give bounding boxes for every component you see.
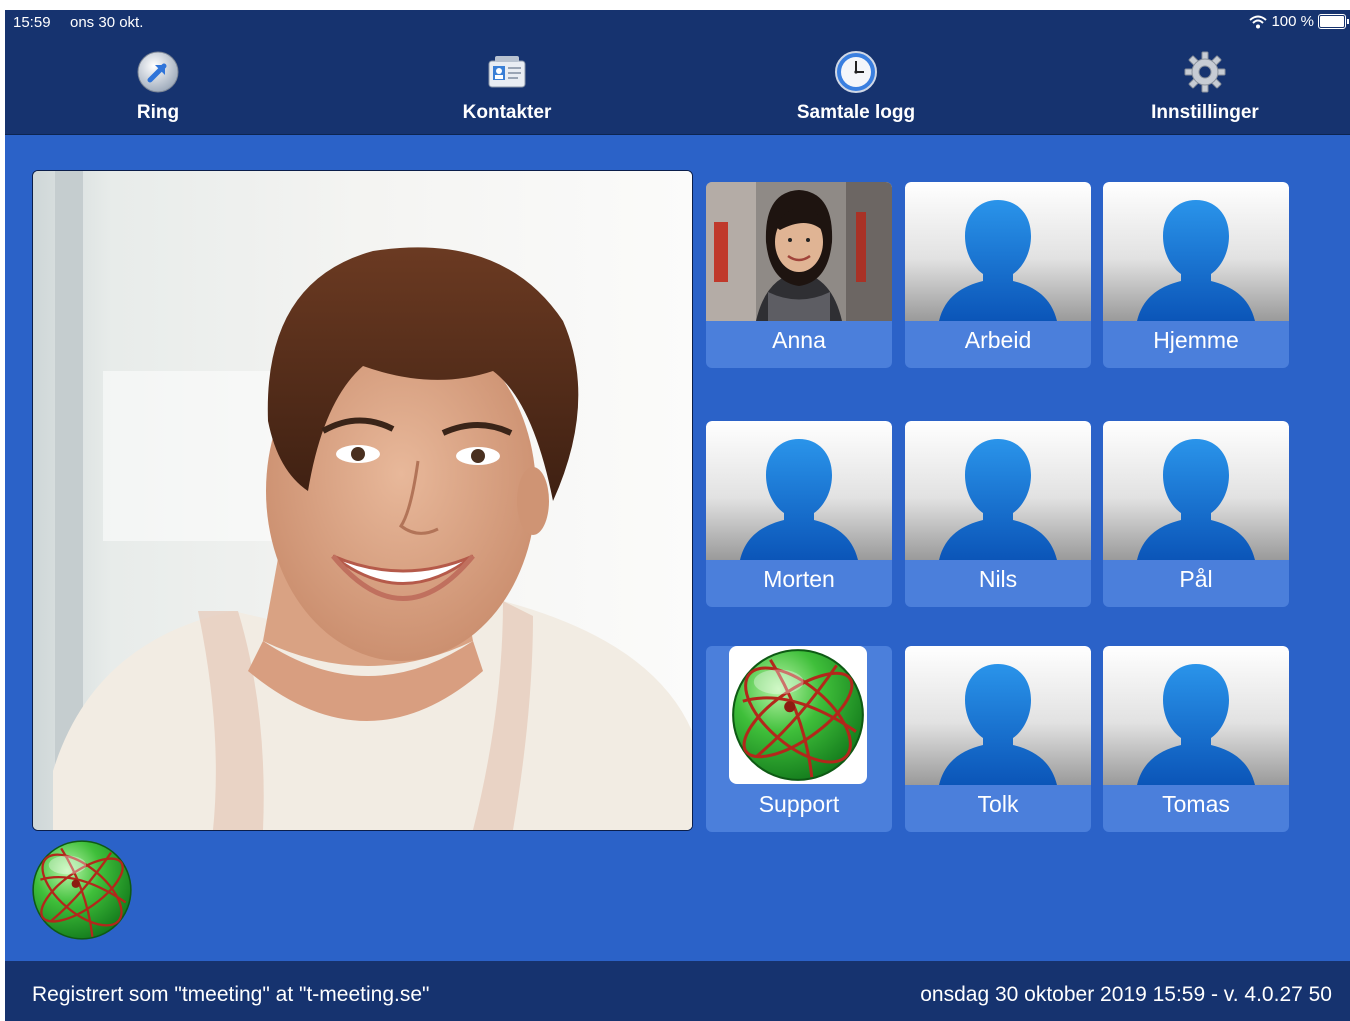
contact-card-icon [485, 50, 529, 94]
contact-silhouette-icon [706, 421, 892, 560]
contact-tile-nils[interactable]: Nils [905, 421, 1091, 607]
contact-tile-tolk[interactable]: Tolk [905, 646, 1091, 832]
status-bar: 15:59 ons 30 okt. 100 % [5, 10, 1350, 36]
contact-name-label: Anna [772, 327, 826, 353]
contact-silhouette-icon [905, 421, 1091, 560]
nav-ring-button[interactable]: Ring [58, 46, 258, 132]
battery-icon [1318, 14, 1349, 29]
ring-arrow-icon [136, 50, 180, 94]
contact-silhouette-icon [1103, 646, 1289, 785]
top-navigation-bar: 15:59 ons 30 okt. 100 % Ring Kontakter S… [5, 10, 1350, 135]
contact-photo [706, 182, 892, 321]
contact-name-label: Support [758, 791, 840, 817]
contact-name-label: Hjemme [1153, 327, 1239, 353]
contact-silhouette-icon [905, 646, 1091, 785]
nav-innstillinger-label: Innstillinger [1151, 102, 1259, 123]
contact-tile-hjemme[interactable]: Hjemme [1103, 182, 1289, 368]
contact-name-label: Nils [978, 566, 1018, 592]
contact-name-label: Arbeid [964, 327, 1032, 353]
registration-status: Registrert som "tmeeting" at "t-meeting.… [32, 983, 430, 1006]
status-right: 100 % [1249, 13, 1349, 30]
contact-name-label: Tomas [1162, 791, 1230, 817]
app-screen: 15:59 ons 30 okt. 100 % Ring Kontakter S… [5, 10, 1350, 1021]
contact-silhouette-icon [1103, 421, 1289, 560]
contact-tile-support[interactable]: Support [706, 646, 892, 832]
nav-ring-label: Ring [136, 102, 180, 123]
nav-samtale-logg-button[interactable]: Samtale logg [756, 46, 956, 132]
contact-name-label: Tolk [977, 791, 1019, 817]
nav-kontakter-label: Kontakter [462, 102, 552, 123]
status-date: ons 30 okt. [70, 14, 144, 31]
contact-silhouette-icon [1103, 182, 1289, 321]
contact-silhouette-icon [905, 182, 1091, 321]
nav-innstillinger-button[interactable]: Innstillinger [1105, 46, 1305, 132]
caller-portrait-image [33, 171, 692, 830]
footer-status-bar: Registrert som "tmeeting" at "t-meeting.… [5, 961, 1350, 1021]
contact-name-label: Pål [1179, 566, 1213, 592]
contact-tile-tomas[interactable]: Tomas [1103, 646, 1289, 832]
support-globe-icon [729, 646, 867, 784]
date-version: onsdag 30 oktober 2019 15:59 - v. 4.0.27… [920, 983, 1332, 1006]
battery-percent: 100 % [1271, 13, 1314, 30]
nav-kontakter-button[interactable]: Kontakter [407, 46, 607, 132]
contact-name-label: Morten [763, 566, 835, 592]
contact-tile-morten[interactable]: Morten [706, 421, 892, 607]
status-time: 15:59 [13, 14, 51, 31]
nav-samtale-logg-label: Samtale logg [796, 102, 916, 123]
contact-tile-arbeid[interactable]: Arbeid [905, 182, 1091, 368]
contact-tile-pål[interactable]: Pål [1103, 421, 1289, 607]
contact-tile-anna[interactable]: Anna [706, 182, 892, 368]
remote-video-view[interactable] [32, 170, 693, 831]
wifi-icon [1249, 15, 1268, 28]
tmeeting-globe-logo-button[interactable] [30, 838, 134, 942]
gear-icon [1183, 50, 1227, 94]
clock-icon [834, 50, 878, 94]
